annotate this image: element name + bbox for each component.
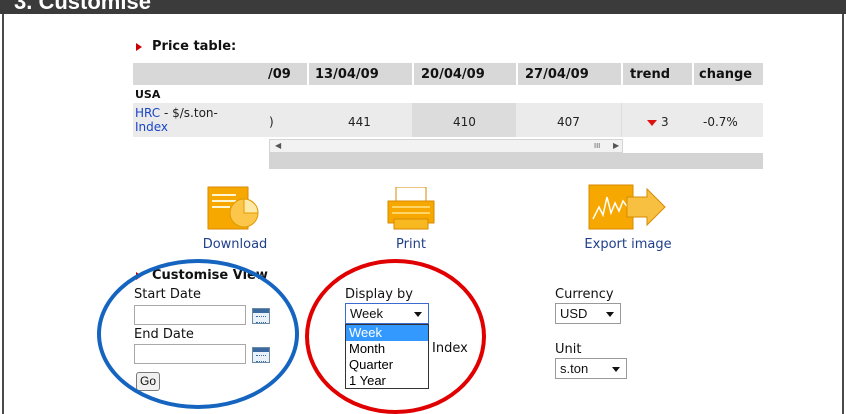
index-link[interactable]: Index xyxy=(135,120,168,134)
dropdown-option-quarter[interactable]: Quarter xyxy=(346,357,428,373)
shade-cell xyxy=(621,103,622,137)
chevron-down-icon xyxy=(414,312,422,317)
column-header: change xyxy=(699,67,753,82)
print-button[interactable]: Print xyxy=(380,183,442,253)
download-label: Download xyxy=(202,237,268,252)
price-table: /09 13/04/09 20/04/09 27/04/09 trend cha… xyxy=(133,63,763,169)
table-cell: 441 xyxy=(348,115,371,129)
currency-value: USD xyxy=(560,306,588,321)
display-by-value: Week xyxy=(350,306,383,321)
go-button[interactable]: Go xyxy=(136,372,160,391)
unit-value: s.ton xyxy=(560,361,589,376)
trend-cell: 3 xyxy=(647,115,669,129)
calendar-icon[interactable] xyxy=(252,308,270,324)
hidden-index-label: Index xyxy=(432,341,468,356)
export-label: Export image xyxy=(584,237,672,252)
column-header: 27/04/09 xyxy=(525,67,589,82)
table-cell: ) xyxy=(269,115,274,129)
table-cell: 410 xyxy=(453,115,476,129)
change-cell: -0.7% xyxy=(703,115,738,129)
product-cell: HRC - $/s.ton- Index xyxy=(133,103,267,137)
trend-value: 3 xyxy=(661,115,669,129)
download-button[interactable]: Download xyxy=(196,183,274,253)
calendar-icon[interactable] xyxy=(252,347,270,363)
column-header: /09 xyxy=(268,67,291,82)
print-label: Print xyxy=(396,237,426,252)
display-by-dropdown: Week Month Quarter 1 Year xyxy=(345,324,429,389)
end-date-label: End Date xyxy=(134,327,194,342)
chevron-down-icon xyxy=(606,312,614,317)
column-header: trend xyxy=(630,67,671,82)
page-title: 3. Customise xyxy=(14,0,151,14)
printer-icon xyxy=(387,187,435,230)
scroll-track xyxy=(269,153,763,169)
page-header: 3. Customise xyxy=(0,0,846,14)
currency-label: Currency xyxy=(555,287,614,302)
section-arrow-icon xyxy=(136,43,142,51)
trend-down-icon xyxy=(647,119,657,126)
unit-select[interactable]: s.ton xyxy=(555,358,627,379)
dropdown-option-1-year[interactable]: 1 Year xyxy=(346,373,428,389)
country-label: USA xyxy=(135,88,161,101)
customise-view-title: Customise View xyxy=(152,268,268,283)
chevron-down-icon xyxy=(612,367,620,372)
product-unit: - $/s.ton- xyxy=(160,106,218,120)
start-date-label: Start Date xyxy=(134,287,201,302)
display-by-label: Display by xyxy=(345,287,413,302)
currency-select[interactable]: USD xyxy=(555,303,621,324)
end-date-input[interactable] xyxy=(134,344,246,364)
pie-chart-download-icon xyxy=(207,186,259,230)
table-cell: 407 xyxy=(557,115,580,129)
table-footer: ◀ III ▶ xyxy=(133,137,763,169)
dropdown-option-month[interactable]: Month xyxy=(346,341,428,357)
scroll-right-icon[interactable]: ▶ xyxy=(613,140,619,152)
price-table-title: Price table: xyxy=(152,39,237,54)
unit-label: Unit xyxy=(555,342,582,357)
start-date-input[interactable] xyxy=(134,305,246,325)
column-header: 13/04/09 xyxy=(315,67,379,82)
horizontal-scrollbar[interactable]: ◀ III ▶ xyxy=(269,139,623,153)
column-header: 20/04/09 xyxy=(421,67,485,82)
section-arrow-icon xyxy=(136,272,142,280)
display-by-select[interactable]: Week xyxy=(345,303,429,324)
dropdown-option-week[interactable]: Week xyxy=(346,325,428,341)
scroll-left-icon[interactable]: ◀ xyxy=(275,140,281,152)
table-row: HRC - $/s.ton- Index ) 441 410 407 3 -0.… xyxy=(133,103,763,137)
price-table-header: /09 13/04/09 20/04/09 27/04/09 trend cha… xyxy=(133,63,763,85)
scroll-thumb[interactable]: III xyxy=(594,140,600,152)
export-image-button[interactable]: Export image xyxy=(575,183,681,253)
product-link[interactable]: HRC xyxy=(135,106,160,120)
country-group-row: USA xyxy=(133,85,763,103)
export-chart-arrow-icon xyxy=(588,184,666,230)
